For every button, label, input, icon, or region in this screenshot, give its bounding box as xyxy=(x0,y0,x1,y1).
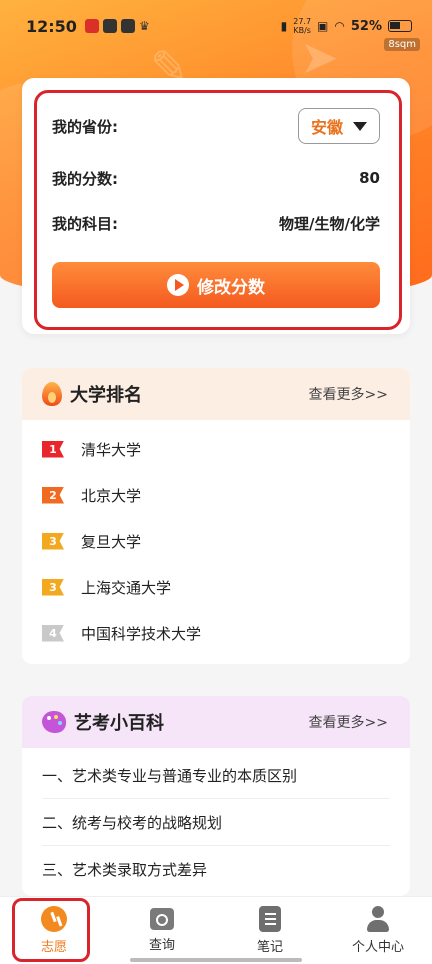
subjects-label: 我的科目: xyxy=(52,214,118,233)
app-notification-icon xyxy=(84,19,99,33)
university-name: 清华大学 xyxy=(81,440,142,459)
nav-item-1[interactable]: 查询 xyxy=(108,897,216,964)
nav-label: 查询 xyxy=(148,938,175,953)
ranking-item[interactable]: 3 上海交通大学 xyxy=(22,564,410,610)
nav-item-2[interactable]: 笔记 xyxy=(216,897,324,964)
rank-badge: 1 xyxy=(42,440,64,458)
battery-percent: 52% xyxy=(350,18,382,34)
tiktok-icon xyxy=(102,19,117,33)
wifi-icon: ◠ xyxy=(334,19,345,33)
province-value: 安徽 xyxy=(310,118,343,137)
university-name: 上海交通大学 xyxy=(81,578,172,597)
nav-label: 志愿 xyxy=(40,940,67,955)
ranking-header: 大学排名 查看更多>> xyxy=(22,368,410,420)
status-right: ▮ 27.7 KB/s ▣ ◠ 52% xyxy=(281,17,412,35)
rank-badge: 4 xyxy=(42,624,64,642)
play-icon xyxy=(167,274,189,296)
university-name: 北京大学 xyxy=(81,486,142,505)
home-indicator[interactable] xyxy=(130,958,302,962)
province-label: 我的省份: xyxy=(52,117,118,136)
art-header: 艺考小百科 查看更多>> xyxy=(22,696,410,748)
university-name: 复旦大学 xyxy=(81,532,142,551)
volunteer-icon xyxy=(41,906,67,932)
query-icon xyxy=(150,908,174,930)
art-article-item[interactable]: 三、艺术类录取方式差异 xyxy=(42,846,390,893)
score-row: 我的分数: 80 xyxy=(52,166,380,190)
score-value: 80 xyxy=(359,169,380,187)
sim-icon: ▣ xyxy=(317,19,329,33)
art-article-item[interactable]: 二、统考与校考的战略规划 xyxy=(42,799,390,846)
score-label: 我的分数: xyxy=(52,169,118,188)
nav-label: 个人中心 xyxy=(351,940,404,955)
nav-label: 笔记 xyxy=(256,940,283,955)
crown-icon: ♛ xyxy=(138,19,150,33)
rank-badge: 3 xyxy=(42,532,64,550)
speed-unit: KB/s xyxy=(293,26,311,35)
modify-score-button[interactable]: 修改分数 xyxy=(52,262,380,308)
province-select[interactable]: 安徽 xyxy=(298,108,380,144)
subjects-row: 我的科目: 物理/生物/化学 xyxy=(52,211,380,235)
notes-icon xyxy=(259,906,281,932)
bottom-nav: 志愿 查询 笔记 个人中心 xyxy=(0,896,432,964)
nav-item-3[interactable]: 个人中心 xyxy=(324,897,432,964)
art-title: 艺考小百科 xyxy=(74,713,164,734)
ranking-section: 大学排名 查看更多>> 1 清华大学 2 北京大学 3 复旦大学 3 上海交通大学 4 中国科学技… xyxy=(22,368,410,664)
ranking-item[interactable]: 2 北京大学 xyxy=(22,472,410,518)
rank-badge: 2 xyxy=(42,486,64,504)
art-list: 一、艺术类专业与普通专业的本质区别 二、统考与校考的战略规划 三、艺术类录取方式差异 xyxy=(22,748,410,893)
subjects-value: 物理/生物/化学 xyxy=(279,214,380,233)
network-speed: 27.7 KB/s xyxy=(293,17,311,35)
modify-score-label: 修改分数 xyxy=(197,277,265,298)
caret-down-icon xyxy=(353,121,367,131)
palette-icon xyxy=(42,711,66,733)
ranking-item[interactable]: 4 中国科学技术大学 xyxy=(22,610,410,656)
ranking-more-link[interactable]: 查看更多>> xyxy=(309,384,388,404)
art-more-link[interactable]: 查看更多>> xyxy=(309,712,388,732)
art-article-item[interactable]: 一、艺术类专业与普通专业的本质区别 xyxy=(42,752,390,799)
speed-value: 27.7 xyxy=(293,17,312,26)
app-notification-icon xyxy=(120,19,135,33)
ranking-item[interactable]: 3 复旦大学 xyxy=(22,518,410,564)
ranking-title: 大学排名 xyxy=(70,385,142,406)
nav-item-0[interactable]: 志愿 xyxy=(0,897,108,964)
status-time: 12:50 xyxy=(26,16,77,36)
status-bar: 12:50 ♛ ▮ 27.7 KB/s ▣ ◠ 52% xyxy=(0,0,432,52)
overlay-tag: 8sqm xyxy=(384,38,420,51)
province-row: 我的省份: 安徽 xyxy=(52,106,380,146)
ranking-list: 1 清华大学 2 北京大学 3 复旦大学 3 上海交通大学 4 中国科学技术大学 xyxy=(22,420,410,656)
rank-badge: 3 xyxy=(42,578,64,596)
ranking-item[interactable]: 1 清华大学 xyxy=(22,426,410,472)
university-name: 中国科学技术大学 xyxy=(81,624,202,643)
battery-icon xyxy=(388,20,412,32)
person-icon xyxy=(365,906,391,932)
notification-icons: ♛ xyxy=(84,19,153,33)
art-section: 艺考小百科 查看更多>> 一、艺术类专业与普通专业的本质区别 二、统考与校考的战略… xyxy=(22,696,410,896)
flame-icon xyxy=(42,382,62,406)
vibrate-icon: ▮ xyxy=(280,19,288,33)
